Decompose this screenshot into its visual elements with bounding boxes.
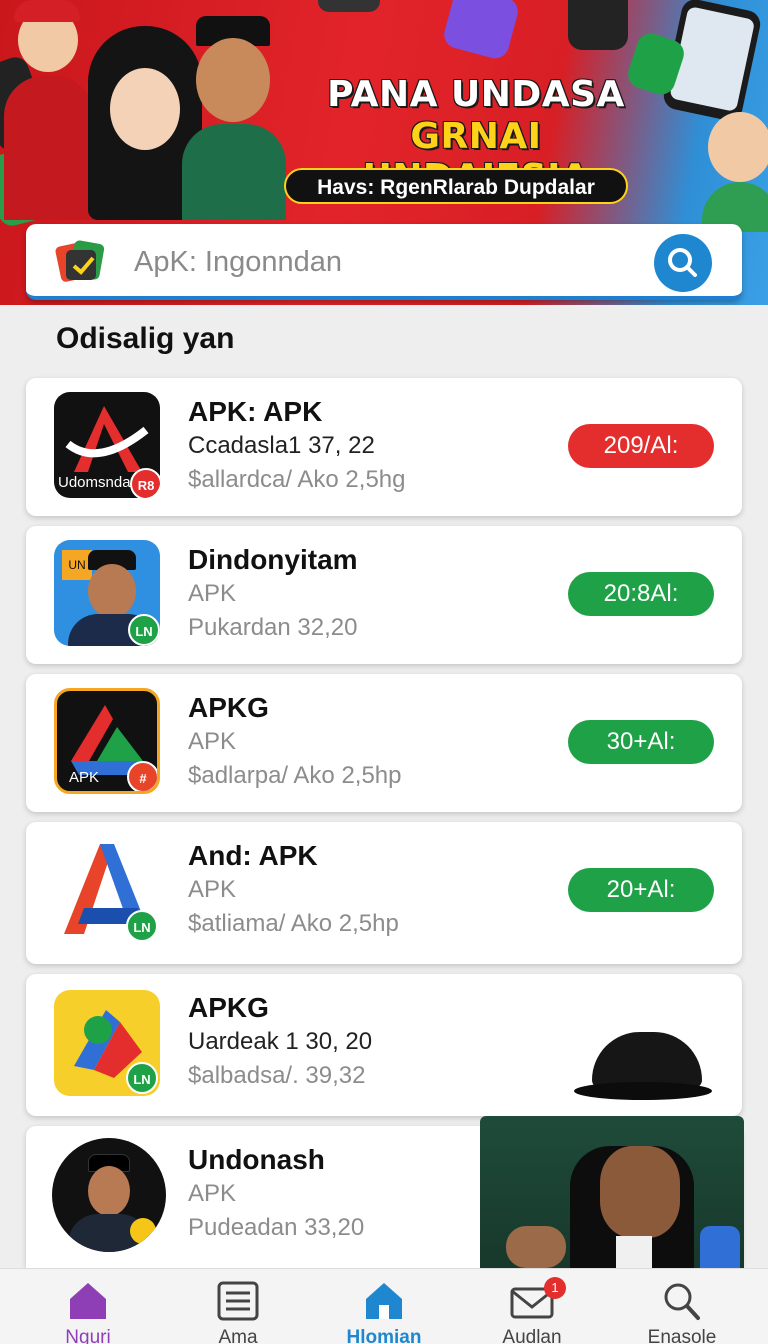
app-meta: $atliama/ Ako 2,5hp: [188, 910, 399, 937]
app-name: APK: APK: [188, 396, 323, 427]
app-badge: LN: [128, 614, 160, 646]
app-name: APKG: [188, 692, 269, 723]
app-card[interactable]: LN And: APK APK $atliama/ Ako 2,5hp 20+A…: [26, 822, 742, 964]
app-meta: $albadsa/. 39,32: [188, 1062, 366, 1089]
search-bar[interactable]: [26, 224, 742, 300]
download-button[interactable]: 30+Al:: [568, 720, 714, 764]
download-button[interactable]: 209/Al:: [568, 424, 714, 468]
download-button[interactable]: 20+Al:: [568, 868, 714, 912]
nav-item-messages[interactable]: 1 Audlan: [472, 1269, 592, 1344]
app-meta: $adlarpa/ Ako 2,5hp: [188, 762, 402, 789]
search-icon: [668, 248, 697, 277]
nav-item-list[interactable]: Ama: [178, 1269, 298, 1344]
app-subtitle: APK: [188, 1180, 237, 1207]
app-meta: Pukardan 32,20: [188, 614, 358, 641]
search-input[interactable]: [134, 244, 634, 280]
nav-item-main[interactable]: Hlomian: [324, 1269, 444, 1344]
character-illustration: [698, 112, 768, 232]
banner-tagline: Havs: RgenRlarab Dupdalar: [284, 168, 628, 204]
app-subtitle: APK: [188, 728, 237, 755]
cap-illustration: [574, 1032, 712, 1112]
home-icon: [366, 1283, 402, 1319]
app-badge: LN: [126, 1062, 158, 1094]
promo-photo: [480, 1116, 744, 1268]
app-card[interactable]: Udomsnda R8 APK: APK Ccadasla1 37, 22 $a…: [26, 378, 742, 516]
app-badge: R8: [130, 468, 160, 498]
app-name: Dindonyitam: [188, 544, 358, 575]
store-logo-icon: [54, 236, 110, 286]
app-badge: LN: [126, 910, 158, 942]
section-title: Odisalig yan: [56, 322, 235, 355]
nav-label: Ama: [218, 1327, 258, 1344]
character-illustration: [4, 0, 94, 220]
nav-item-search[interactable]: Enasole: [622, 1269, 742, 1344]
app-badge: #: [127, 761, 157, 791]
app-icon: UN LN: [54, 540, 160, 646]
app-icon: [52, 1138, 166, 1252]
nav-label: Enasole: [647, 1327, 717, 1344]
app-icon: Udomsnda R8: [54, 392, 160, 498]
app-subtitle: Uardeak 1 30, 20: [188, 1028, 373, 1055]
hero-banner[interactable]: PANA UNDASA GRNAI UNDAIESIA Havs: RgenRl…: [0, 0, 768, 305]
app-icon-label: Udomsnda: [58, 474, 131, 491]
app-icon: LN: [54, 838, 160, 944]
app-subtitle: APK: [188, 876, 237, 903]
nav-label: Audlan: [502, 1327, 562, 1344]
list-icon: [217, 1281, 259, 1321]
nav-label: Nguri: [65, 1327, 111, 1344]
search-icon: [664, 1283, 700, 1320]
app-subtitle: Ccadasla1 37, 22: [188, 432, 375, 459]
app-card[interactable]: APK # APKG APK $adlarpa/ Ako 2,5hp 30+Al…: [26, 674, 742, 812]
app-name: Undonash: [188, 1144, 325, 1175]
app-icon-label: APK: [69, 769, 100, 786]
app-subtitle: APK: [188, 580, 237, 607]
app-name: And: APK: [188, 840, 318, 871]
app-tile-illustration: [441, 0, 521, 62]
bottom-navigation: Nguri Ama Hlomian 1 Audlan Enasole: [0, 1268, 768, 1344]
app-icon: APK #: [54, 688, 160, 794]
app-meta: Pudeadan 33,20: [188, 1214, 365, 1241]
search-button[interactable]: [654, 234, 712, 292]
download-button[interactable]: 20:8Al:: [568, 572, 714, 616]
phone-illustration: [568, 0, 628, 50]
home-icon: [70, 1283, 106, 1319]
app-badge: [130, 1218, 156, 1244]
nav-label: Hlomian: [346, 1327, 422, 1344]
app-meta: $allardca/ Ako 2,5hg: [188, 466, 406, 493]
app-icon: LN: [54, 990, 160, 1096]
app-name: APKG: [188, 992, 269, 1023]
notification-badge: 1: [544, 1277, 566, 1299]
banner-title: PANA UNDASA: [327, 74, 625, 115]
character-illustration: [182, 16, 286, 220]
app-card[interactable]: UN LN Dindonyitam APK Pukardan 32,20 20:…: [26, 526, 742, 664]
nav-item-home[interactable]: Nguri: [28, 1269, 148, 1344]
phone-illustration: [318, 0, 380, 12]
